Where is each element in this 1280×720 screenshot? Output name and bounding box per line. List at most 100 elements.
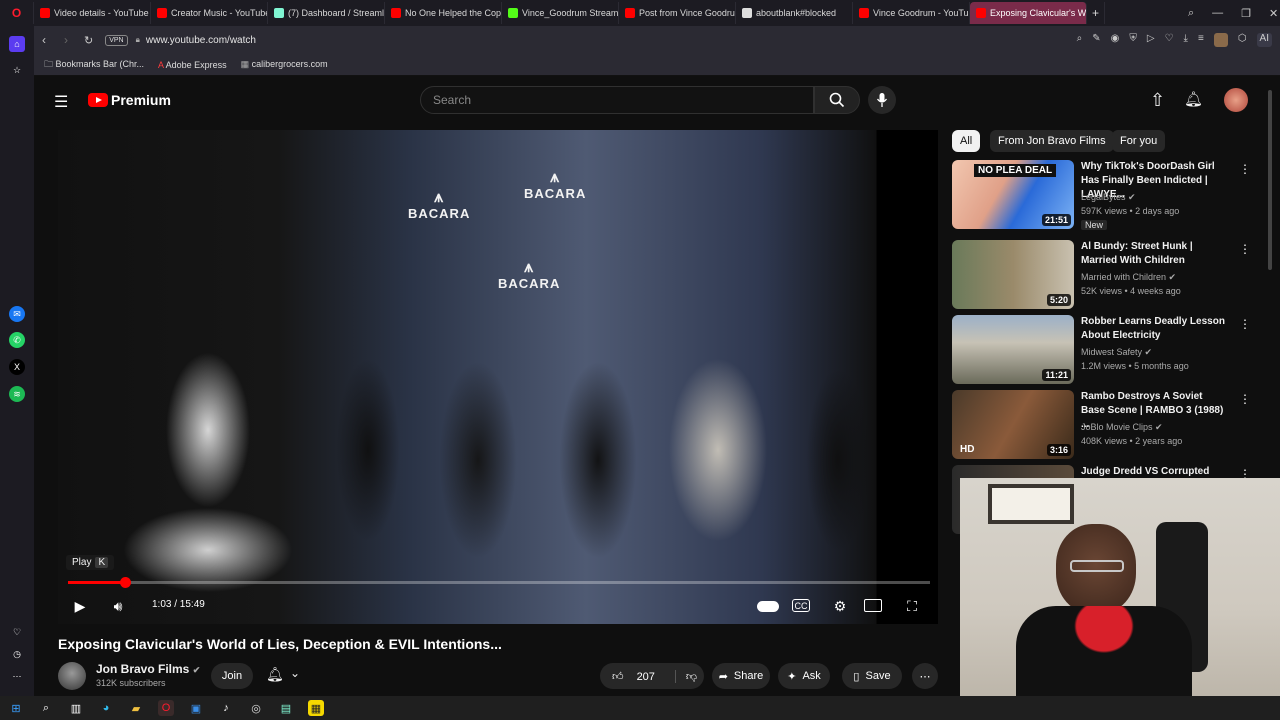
browser-tab[interactable]: Vince Goodrum - YouTube bbox=[853, 2, 970, 24]
camera-icon[interactable]: ◉ bbox=[1111, 33, 1120, 47]
progress-bar[interactable] bbox=[68, 577, 930, 588]
settings-gear-icon[interactable]: ⚙ bbox=[828, 594, 852, 618]
fullscreen-icon[interactable]: ⛶ bbox=[900, 594, 924, 618]
obs-icon[interactable]: ◎ bbox=[248, 700, 264, 716]
recommendation-item[interactable]: HD 3:16 Rambo Destroys A Soviet Base Sce… bbox=[952, 390, 1252, 460]
browser-tab[interactable]: (7) Dashboard / Streamlab bbox=[268, 2, 385, 24]
store-icon[interactable]: ▣ bbox=[188, 700, 204, 716]
browser-tab[interactable]: Video details - YouTube St bbox=[34, 2, 151, 24]
browser-tab[interactable]: Creator Music - YouTube St bbox=[151, 2, 268, 24]
theater-mode-icon[interactable] bbox=[864, 599, 882, 612]
tiktok-icon[interactable]: ♪ bbox=[218, 700, 234, 716]
bookmark-folder[interactable]: 🗀︎ Bookmarks Bar (Chr... bbox=[44, 57, 144, 73]
file-explorer-icon[interactable]: ▰ bbox=[128, 700, 144, 716]
youtube-logo[interactable]: Premium bbox=[88, 92, 171, 108]
browser-tab[interactable]: Exposing Clavicular's Wor bbox=[970, 2, 1087, 24]
like-button[interactable]: 👍︎ 207 bbox=[612, 670, 655, 683]
search-in-page-icon[interactable]: ⌕ bbox=[1077, 33, 1083, 47]
browser-tab[interactable]: No One Helped the Cop? bbox=[385, 2, 502, 24]
notifications-icon[interactable]: 🔔︎ bbox=[1184, 90, 1203, 108]
home-icon[interactable]: ⌂ bbox=[9, 36, 25, 52]
ai-button[interactable]: AI bbox=[1256, 33, 1272, 47]
notification-bell-icon[interactable]: 🔔︎ bbox=[266, 666, 284, 683]
heart-icon[interactable]: ♡ bbox=[1165, 33, 1174, 47]
ask-button[interactable]: ✦ Ask bbox=[778, 663, 830, 689]
messenger-icon[interactable]: ✉ bbox=[9, 306, 25, 322]
chevron-down-icon[interactable]: ⌄ bbox=[290, 666, 300, 680]
video-thumbnail[interactable]: HD 3:16 bbox=[952, 390, 1074, 459]
whatsapp-icon[interactable]: ✆ bbox=[9, 332, 25, 348]
maximize-icon[interactable]: ❐ bbox=[1241, 7, 1251, 20]
save-button[interactable]: ▯ Save bbox=[842, 663, 902, 689]
opera-icon[interactable]: O bbox=[158, 700, 174, 716]
account-avatar[interactable] bbox=[1224, 88, 1248, 112]
extension-icon[interactable]: ⬡ bbox=[1238, 33, 1247, 47]
history-icon[interactable]: ◷ bbox=[9, 646, 25, 662]
profile-avatar[interactable] bbox=[1213, 33, 1228, 47]
menu-icon[interactable]: ≡ bbox=[1198, 33, 1204, 47]
browser-tab[interactable]: Vince_Goodrum Stream - bbox=[502, 2, 619, 24]
tab-search-icon[interactable]: ⌕ bbox=[1188, 7, 1194, 20]
share-button[interactable]: ➦ Share bbox=[712, 663, 770, 689]
url-field[interactable]: www.youtube.com/watch bbox=[146, 35, 256, 46]
autoplay-toggle[interactable] bbox=[756, 594, 780, 618]
sticky-notes-icon[interactable]: ▦ bbox=[308, 700, 324, 716]
bookmark-adobe-express[interactable]: A Adobe Express bbox=[158, 60, 227, 70]
more-options-icon[interactable]: ⋮ bbox=[1239, 162, 1251, 176]
more-options-icon[interactable]: ⋮ bbox=[1239, 242, 1251, 256]
search-button[interactable] bbox=[814, 86, 860, 114]
join-button[interactable]: Join bbox=[211, 663, 253, 689]
back-icon[interactable]: ‹ bbox=[42, 33, 46, 47]
task-view-icon[interactable]: ▥ bbox=[68, 700, 84, 716]
dislike-button[interactable]: 👎︎ bbox=[674, 669, 697, 683]
upload-icon[interactable]: ⇧ bbox=[1150, 90, 1165, 111]
edit-icon[interactable]: ✎ bbox=[1092, 33, 1100, 47]
more-actions-button[interactable]: ⋯ bbox=[912, 663, 938, 689]
captions-icon[interactable]: CC bbox=[792, 599, 810, 612]
chip-from-channel[interactable]: From Jon Bravo Films bbox=[990, 130, 1114, 152]
search-icon[interactable]: ⌕ bbox=[38, 700, 54, 716]
opera-menu-button[interactable]: O bbox=[0, 2, 34, 24]
forward-icon[interactable]: › bbox=[64, 33, 68, 47]
recommendation-item[interactable]: 11:21 Robber Learns Deadly Lesson About … bbox=[952, 315, 1252, 385]
video-player[interactable]: BACARA BACARA BACARA PlayK ▶ 🔊︎ 1:03 / 1… bbox=[58, 130, 938, 624]
voice-search-button[interactable] bbox=[868, 86, 896, 114]
hamburger-menu-icon[interactable]: ☰ bbox=[54, 92, 68, 112]
more-options-icon[interactable]: ⋮ bbox=[1239, 392, 1251, 406]
star-icon[interactable]: ☆ bbox=[9, 62, 25, 78]
streamlabs-icon[interactable]: ▤ bbox=[278, 700, 294, 716]
more-icon[interactable]: ⋯ bbox=[9, 668, 25, 684]
minimize-icon[interactable]: — bbox=[1212, 7, 1223, 19]
new-tab-button[interactable]: + bbox=[1087, 2, 1105, 24]
vpn-badge[interactable]: VPN bbox=[105, 34, 128, 46]
video-thumbnail[interactable]: NO PLEA DEAL 21:51 bbox=[952, 160, 1074, 229]
close-window-icon[interactable]: ✕ bbox=[1269, 7, 1278, 20]
windows-start-icon[interactable]: ⊞ bbox=[8, 700, 24, 716]
spotify-icon[interactable]: ≋ bbox=[9, 386, 25, 402]
edge-icon[interactable]: ◕ bbox=[98, 700, 114, 716]
recommendation-item[interactable]: 5:20 Al Bundy: Street Hunk | Married Wit… bbox=[952, 240, 1252, 310]
heart-icon[interactable]: ♡ bbox=[9, 624, 25, 640]
scrubber-handle[interactable] bbox=[119, 577, 131, 588]
chip-all[interactable]: All bbox=[952, 130, 981, 152]
play-icon[interactable]: ▷ bbox=[1147, 33, 1155, 47]
reload-icon[interactable]: ↻ bbox=[84, 34, 93, 47]
download-icon[interactable]: ⤓ bbox=[1184, 33, 1188, 47]
more-options-icon[interactable]: ⋮ bbox=[1239, 317, 1251, 331]
page-scrollbar[interactable] bbox=[1268, 90, 1272, 270]
volume-icon[interactable]: 🔊︎ bbox=[106, 594, 130, 618]
channel-avatar[interactable] bbox=[58, 662, 86, 690]
video-thumbnail[interactable]: 11:21 bbox=[952, 315, 1074, 384]
tab-favicon-icon bbox=[508, 8, 518, 18]
search-input[interactable]: Search bbox=[420, 86, 814, 114]
x-twitter-icon[interactable]: X bbox=[9, 359, 25, 375]
browser-tab[interactable]: Post from Vince Goodrum bbox=[619, 2, 736, 24]
shield-icon[interactable]: ⛨ bbox=[1129, 33, 1137, 47]
video-thumbnail[interactable]: 5:20 bbox=[952, 240, 1074, 309]
bookmark-calibergrocers[interactable]: ▦ calibergrocers.com bbox=[241, 59, 328, 70]
channel-name[interactable]: Jon Bravo Films ✔ bbox=[96, 662, 200, 676]
recommendation-item[interactable]: NO PLEA DEAL 21:51 Why TikTok's DoorDash… bbox=[952, 160, 1252, 230]
play-button[interactable]: ▶ bbox=[68, 594, 92, 618]
browser-tab[interactable]: aboutblank#blocked bbox=[736, 2, 853, 24]
chip-for-you[interactable]: For you bbox=[1112, 130, 1166, 152]
